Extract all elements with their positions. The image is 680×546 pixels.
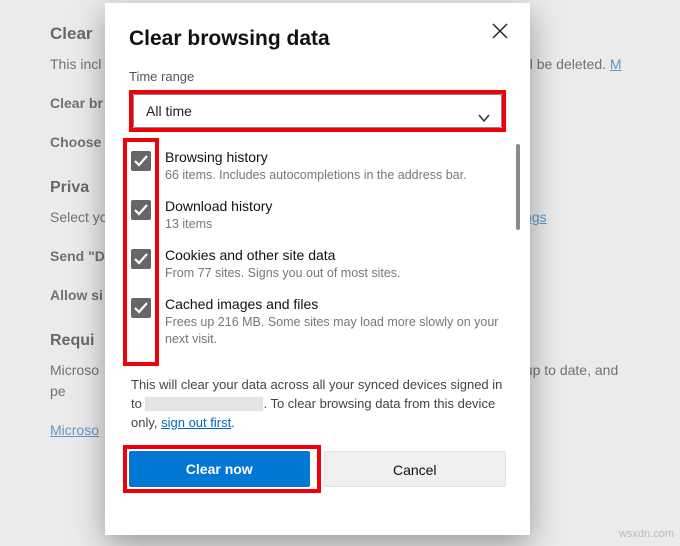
item-subtitle: 13 items	[165, 216, 272, 233]
highlight-time-range: All time	[129, 90, 506, 132]
close-button[interactable]	[490, 23, 510, 43]
item-title: Cached images and files	[165, 296, 502, 312]
dialog-button-row: Clear now Cancel	[129, 451, 506, 487]
item-browsing-history[interactable]: Browsing history 66 items. Includes auto…	[129, 142, 506, 191]
clear-browsing-data-dialog: Clear browsing data Time range All time …	[105, 3, 530, 535]
time-range-value: All time	[146, 103, 192, 119]
chevron-down-icon	[477, 104, 491, 118]
item-title: Cookies and other site data	[165, 247, 401, 263]
checkmark-icon	[134, 252, 148, 266]
checkmark-icon	[134, 301, 148, 315]
checkbox-cached[interactable]	[131, 298, 151, 318]
item-cookies[interactable]: Cookies and other site data From 77 site…	[129, 240, 506, 289]
checkbox-download-history[interactable]	[131, 200, 151, 220]
checkbox-browsing-history[interactable]	[131, 151, 151, 171]
redacted-account	[145, 397, 263, 411]
cancel-button[interactable]: Cancel	[324, 451, 507, 487]
clear-now-button[interactable]: Clear now	[129, 451, 310, 487]
watermark: wsxdn.com	[619, 528, 674, 540]
item-subtitle: 66 items. Includes autocompletions in th…	[165, 167, 467, 184]
sync-note: This will clear your data across all you…	[129, 376, 506, 433]
close-icon	[492, 23, 508, 39]
item-subtitle: From 77 sites. Signs you out of most sit…	[165, 265, 401, 282]
sign-out-link[interactable]: sign out first	[161, 415, 231, 430]
time-range-select[interactable]: All time	[133, 94, 502, 128]
item-title: Browsing history	[165, 149, 467, 165]
checkmark-icon	[134, 154, 148, 168]
scrollbar-thumb[interactable]	[516, 144, 520, 230]
data-type-list: Browsing history 66 items. Includes auto…	[129, 142, 506, 370]
dialog-title: Clear browsing data	[129, 27, 506, 51]
item-cached[interactable]: Cached images and files Frees up 216 MB.…	[129, 289, 506, 355]
item-title: Download history	[165, 198, 272, 214]
item-subtitle: Frees up 216 MB. Some sites may load mor…	[165, 314, 502, 348]
checkbox-cookies[interactable]	[131, 249, 151, 269]
item-download-history[interactable]: Download history 13 items	[129, 191, 506, 240]
checkmark-icon	[134, 203, 148, 217]
time-range-label: Time range	[129, 69, 506, 84]
